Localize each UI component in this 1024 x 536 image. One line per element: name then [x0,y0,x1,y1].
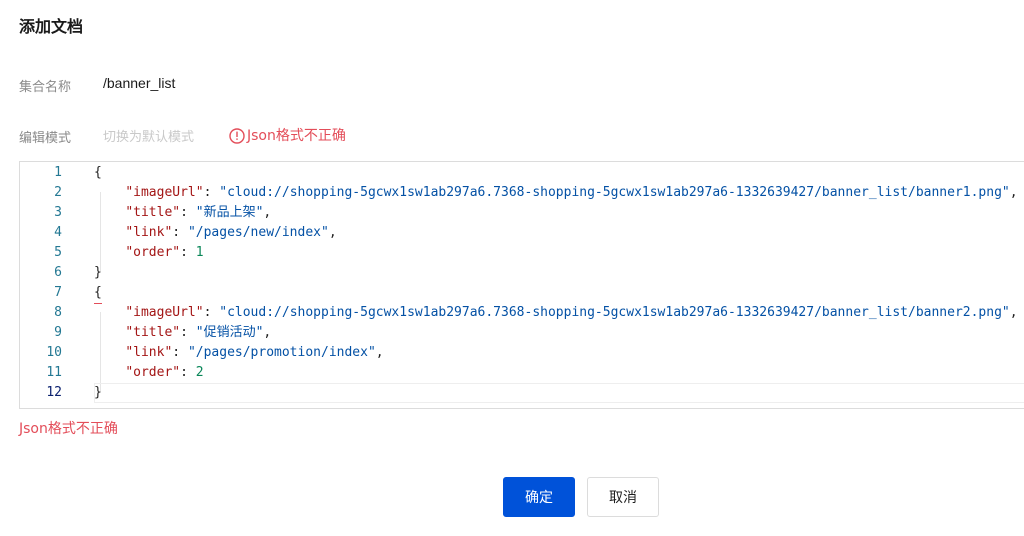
code-line[interactable]: 4 "link": "/pages/new/index", [20,223,1024,243]
code-text: "order": 2 [125,365,204,380]
json-code-editor[interactable]: 1{2 "imageUrl": "cloud://shopping-5gcwx1… [19,161,1024,409]
json-error-inline-text: Json格式不正确 [247,128,346,144]
code-text: { [94,165,102,180]
confirm-button[interactable]: 确定 [503,477,575,517]
error-circle-icon [229,128,245,144]
line-number: 8 [54,305,62,320]
cancel-button[interactable]: 取消 [587,477,659,517]
code-text: } [94,265,102,280]
code-text: "order": 1 [125,245,204,260]
line-number: 11 [46,365,62,380]
code-line[interactable]: 5 "order": 1 [20,243,1024,263]
dialog-title: 添加文档 [19,17,84,36]
line-number: 7 [54,285,62,300]
line-number: 9 [54,325,62,340]
line-number: 2 [54,185,62,200]
code-text: "imageUrl": "cloud://shopping-5gcwx1sw1a… [125,305,1018,320]
line-number: 1 [54,165,62,180]
line-number: 12 [46,385,62,400]
line-number: 4 [54,225,62,240]
code-line[interactable]: 8 "imageUrl": "cloud://shopping-5gcwx1sw… [20,303,1024,323]
code-line[interactable]: 7{ [20,283,1024,304]
line-number: 10 [46,345,62,360]
line-number: 6 [54,265,62,280]
code-line[interactable]: 10 "link": "/pages/promotion/index", [20,343,1024,363]
switch-to-default-mode-link[interactable]: 切换为默认模式 [103,126,194,145]
code-line[interactable]: 6} [20,263,1024,283]
current-line-highlight [94,383,1024,403]
code-line[interactable]: 9 "title": "促销活动", [20,323,1024,343]
code-text: } [94,385,102,400]
json-error-message: Json格式不正确 [19,421,118,437]
edit-mode-label: 编辑模式 [19,131,72,146]
collection-label: 集合名称 [19,80,72,95]
code-line[interactable]: 1{ [20,163,1024,183]
line-number: 3 [54,205,62,220]
code-text: "link": "/pages/new/index", [125,225,337,240]
code-line[interactable]: 3 "title": "新品上架", [20,203,1024,223]
code-text: "imageUrl": "cloud://shopping-5gcwx1sw1a… [125,185,1018,200]
line-number: 5 [54,245,62,260]
code-line[interactable]: 12} [20,383,1024,403]
json-error-inline: Json格式不正确 [229,125,346,145]
code-text: "title": "促销活动", [125,325,272,340]
code-line[interactable]: 11 "order": 2 [20,363,1024,383]
code-line[interactable]: 2 "imageUrl": "cloud://shopping-5gcwx1sw… [20,183,1024,203]
code-text: "link": "/pages/promotion/index", [125,345,384,360]
collection-value: /banner_list [103,75,176,91]
code-text: "title": "新品上架", [125,205,272,220]
